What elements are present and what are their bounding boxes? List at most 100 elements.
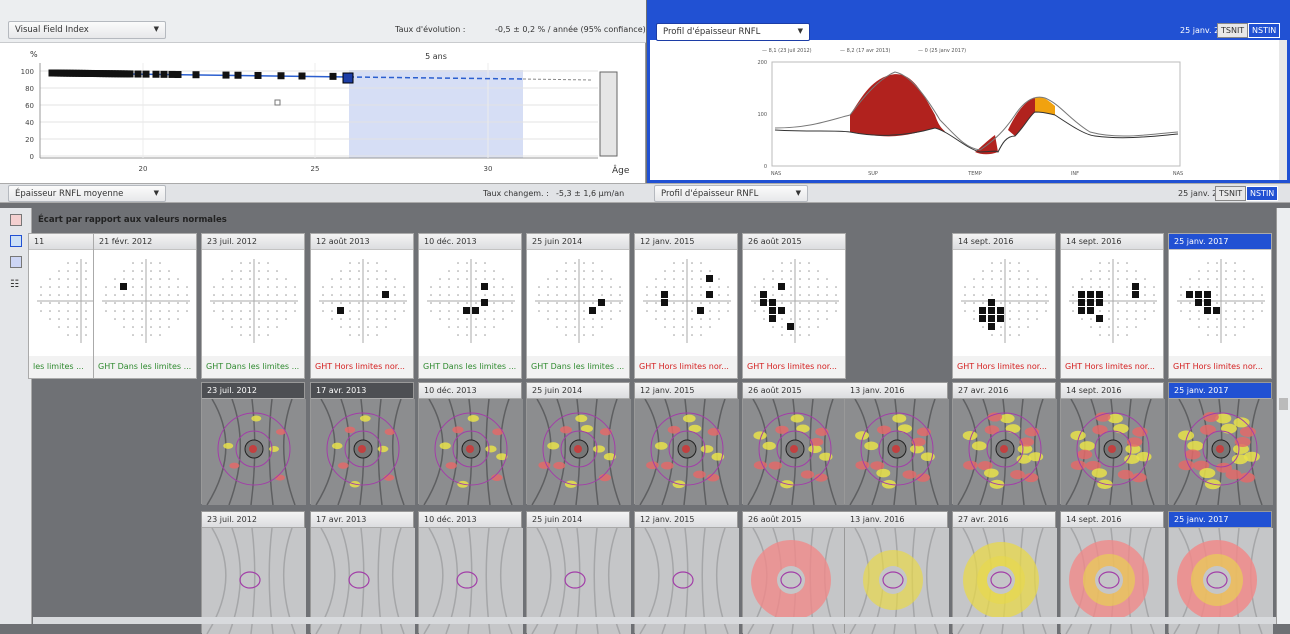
vf-test-point: [85, 262, 87, 264]
macula-deviation-card[interactable]: 26 août 2015: [742, 511, 847, 634]
vf-card[interactable]: 12 janv. 2015 GHT Hors limites nor...: [634, 233, 738, 379]
vf-test-point: [790, 318, 792, 320]
map-view-icon[interactable]: [10, 256, 22, 268]
rnfl-chart[interactable]: — 8,1 (23 juil 2012) — 8,2 (17 avr 2013) —…: [650, 40, 1287, 180]
vf-card[interactable]: 25 juin 2014 GHT Dans les limites ...: [526, 233, 630, 379]
onh-deviation-card[interactable]: 17 avr. 2013: [310, 382, 415, 505]
vf-abnormal-point: [760, 299, 767, 306]
onh-deviation-card[interactable]: 25 janv. 2017: [1168, 382, 1273, 505]
vf-card[interactable]: 12 août 2013 GHT Hors limites nor...: [310, 233, 414, 379]
vf-pattern-plot: [319, 259, 407, 343]
vf-test-point: [150, 270, 152, 272]
vf-card[interactable]: 10 déc. 2013 GHT Dans les limites ...: [418, 233, 522, 379]
macula-deviation-card[interactable]: 27 avr. 2016: [952, 511, 1057, 634]
vf-abnormal-point: [706, 291, 713, 298]
rnfl-x-ticks: NAS SUP TEMP INF NAS: [771, 171, 1183, 177]
vf-card[interactable]: 23 juil. 2012 GHT Dans les limites ...: [201, 233, 305, 379]
grid-vertical-scrollbar[interactable]: [1276, 208, 1290, 624]
vf-test-point: [484, 278, 486, 280]
rnfl-metric-select[interactable]: Épaisseur RNFL moyenne ▼: [8, 185, 166, 202]
vf-test-point: [1099, 334, 1101, 336]
vf-test-point: [340, 286, 342, 288]
vf-test-point: [1234, 310, 1236, 312]
onh-deviation-card[interactable]: 23 juil. 2012: [201, 382, 306, 505]
vf-test-point: [240, 286, 242, 288]
vf-test-point: [132, 318, 134, 320]
grid-view-icon[interactable]: [10, 235, 22, 247]
vf-test-point: [123, 294, 125, 296]
vf-test-point: [240, 310, 242, 312]
vf-test-point: [1189, 310, 1191, 312]
onh-deviation-card[interactable]: 27 avr. 2016: [952, 382, 1057, 505]
list-view-icon[interactable]: ☷: [10, 280, 22, 292]
vf-test-point: [276, 302, 278, 304]
tsnit-button[interactable]: TSNIT: [1217, 23, 1249, 38]
vf-test-point: [285, 310, 287, 312]
macula-deviation-card[interactable]: 23 juil. 2012: [201, 511, 306, 634]
vf-test-point: [1000, 294, 1002, 296]
nstin-button-2[interactable]: NSTIN: [1246, 186, 1279, 201]
deviation-patch: [547, 442, 560, 450]
vfi-chart[interactable]: % 5 ans Âge 100 80 60 40 20 0 20 25 30: [0, 43, 646, 183]
rnfl-legend: — 8,1 (23 juil 2012) — 8,2 (17 avr 2013) —…: [762, 48, 966, 54]
onh-deviation-card[interactable]: 26 août 2015: [742, 382, 847, 505]
macula-deviation-card[interactable]: 13 janv. 2016: [844, 511, 949, 634]
metric-select[interactable]: Visual Field Index ▼: [8, 21, 166, 39]
vf-test-point: [493, 302, 495, 304]
tsnit-button-2[interactable]: TSNIT: [1215, 186, 1247, 201]
chart-view-icon[interactable]: [10, 214, 22, 226]
vf-test-point: [457, 302, 459, 304]
profile-select[interactable]: Profil d'épaisseur RNFL ▼: [656, 23, 810, 41]
onh-deviation-card[interactable]: 14 sept. 2016: [1060, 382, 1165, 505]
vf-test-point: [457, 278, 459, 280]
vf-test-point: [1027, 302, 1029, 304]
onh-deviation-card[interactable]: 12 janv. 2015: [634, 382, 739, 505]
vf-test-point: [1216, 278, 1218, 280]
vfi-data-point: [168, 70, 176, 78]
vf-test-point: [799, 310, 801, 312]
grid-horizontal-scrollbar[interactable]: [33, 617, 1276, 624]
vf-card-date: 12 août 2013: [311, 234, 413, 250]
vf-test-point: [376, 310, 378, 312]
onh-deviation-card[interactable]: 10 déc. 2013: [418, 382, 523, 505]
vf-card[interactable]: 25 janv. 2017 GHT Hors limites nor...: [1168, 233, 1272, 379]
vf-test-point: [1117, 262, 1119, 264]
vf-card[interactable]: 14 sept. 2016 GHT Hors limites nor...: [1060, 233, 1164, 379]
scroll-thumb[interactable]: [1279, 398, 1288, 410]
macula-deviation-card[interactable]: 25 juin 2014: [526, 511, 631, 634]
vf-test-point: [691, 262, 693, 264]
vf-test-point: [619, 302, 621, 304]
vf-test-point: [141, 334, 143, 336]
vf-test-point: [1252, 302, 1254, 304]
vf-test-point: [240, 294, 242, 296]
scan-date: 25 juin 2014: [527, 512, 629, 528]
macula-deviation-card[interactable]: 10 déc. 2013: [418, 511, 523, 634]
vf-test-point: [249, 310, 251, 312]
vf-test-point: [349, 310, 351, 312]
vf-test-point: [430, 286, 432, 288]
vf-test-point: [1000, 334, 1002, 336]
vf-card[interactable]: 21 févr. 2012 GHT Dans les limites ...: [93, 233, 197, 379]
vf-test-point: [511, 310, 513, 312]
nstin-button[interactable]: NSTIN: [1248, 23, 1281, 38]
macula-deviation-card[interactable]: 25 janv. 2017: [1168, 511, 1273, 634]
vf-test-point: [67, 294, 69, 296]
vf-card[interactable]: 14 sept. 2016 GHT Hors limites nor...: [952, 233, 1056, 379]
vf-test-point: [186, 286, 188, 288]
profile-select-2[interactable]: Profil d'épaisseur RNFL ▼: [654, 185, 808, 202]
macula-deviation-card[interactable]: 14 sept. 2016: [1060, 511, 1165, 634]
onh-deviation-card[interactable]: 25 juin 2014: [526, 382, 631, 505]
vf-test-point: [267, 278, 269, 280]
vf-test-point: [1126, 318, 1128, 320]
onh-deviation-card[interactable]: 13 janv. 2016: [844, 382, 949, 505]
vf-card[interactable]: 26 août 2015 GHT Hors limites nor...: [742, 233, 846, 379]
macula-deviation-card[interactable]: 12 janv. 2015: [634, 511, 739, 634]
macula-deviation-card[interactable]: 17 avr. 2013: [310, 511, 415, 634]
vf-test-point: [691, 286, 693, 288]
vf-test-point: [114, 310, 116, 312]
vf-test-point: [610, 294, 612, 296]
vf-test-point: [1009, 326, 1011, 328]
vf-test-point: [367, 334, 369, 336]
rnfl-scrollbar[interactable]: [1279, 40, 1287, 180]
vf-abnormal-point: [760, 291, 767, 298]
